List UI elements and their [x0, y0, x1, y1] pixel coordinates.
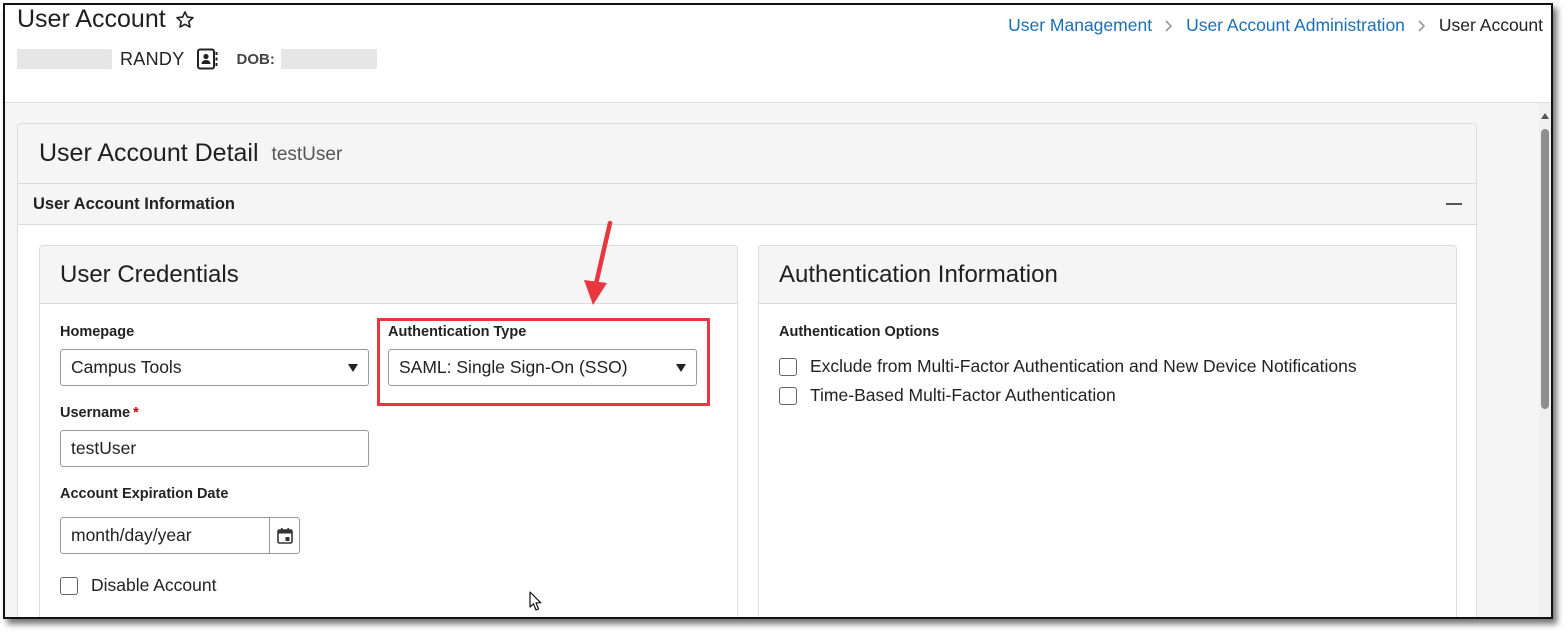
account-expiration-date-label: Account Expiration Date: [60, 486, 229, 502]
section-header[interactable]: User Account Information: [18, 184, 1476, 225]
card-header: User Account Detail testUser: [18, 124, 1476, 184]
dropdown-caret-icon: [348, 364, 358, 372]
scroll-up-arrow-icon[interactable]: [1541, 113, 1549, 119]
chevron-right-icon: [1165, 19, 1173, 32]
person-summary: RANDY DOB:: [17, 45, 377, 73]
calendar-button[interactable]: [269, 518, 299, 553]
user-account-detail-card: User Account Detail testUser User Accoun…: [17, 123, 1477, 617]
mfa-exclude-option[interactable]: Exclude from Multi-Factor Authentication…: [779, 356, 1357, 377]
section-title: User Account Information: [33, 194, 235, 213]
authentication-information-panel: Authentication Information Authenticatio…: [758, 245, 1457, 617]
card-subtitle: testUser: [271, 144, 343, 165]
dob-label: DOB:: [236, 50, 275, 68]
breadcrumb-user-account-administration[interactable]: User Account Administration: [1186, 15, 1405, 36]
authentication-options-label: Authentication Options: [779, 324, 940, 340]
redacted-dob: [280, 49, 377, 69]
breadcrumb: User Management User Account Administrat…: [1008, 15, 1543, 36]
account-expiration-date-placeholder: month/day/year: [71, 525, 192, 545]
username-input-value: testUser: [71, 438, 137, 458]
disable-account-checkbox[interactable]: [60, 576, 78, 595]
star-icon[interactable]: [174, 9, 196, 31]
mfa-exclude-checkbox[interactable]: [779, 357, 797, 376]
disable-account-option[interactable]: Disable Account: [60, 575, 217, 596]
card-title: User Account Detail: [39, 139, 259, 167]
scrollbar-thumb[interactable]: [1541, 129, 1549, 409]
homepage-select[interactable]: Campus Tools: [60, 349, 369, 386]
panel-title-credentials: User Credentials: [40, 246, 737, 304]
page-header: User Account RANDY DOB: User Management …: [5, 5, 1551, 103]
username-label-text: Username: [60, 405, 131, 421]
time-based-mfa-option[interactable]: Time-Based Multi-Factor Authentication: [779, 385, 1116, 406]
account-expiration-date-input[interactable]: month/day/year: [60, 517, 300, 554]
panel-title-authentication: Authentication Information: [759, 246, 1456, 304]
time-based-mfa-label: Time-Based Multi-Factor Authentication: [810, 385, 1116, 405]
contact-card-icon[interactable]: [195, 47, 219, 71]
mfa-exclude-label: Exclude from Multi-Factor Authentication…: [810, 356, 1357, 376]
homepage-select-value: Campus Tools: [71, 357, 182, 377]
annotation-arrow-icon: [584, 220, 613, 305]
user-credentials-panel: User Credentials Homepage Campus Tools A…: [39, 245, 738, 617]
required-marker: *: [133, 405, 139, 421]
time-based-mfa-checkbox[interactable]: [779, 386, 797, 405]
homepage-label: Homepage: [60, 324, 135, 340]
breadcrumb-user-management[interactable]: User Management: [1008, 15, 1152, 36]
app-window: User Account RANDY DOB: User Management …: [3, 3, 1553, 619]
page-title-text: User Account: [17, 5, 166, 33]
username-label: Username *: [60, 405, 139, 421]
chevron-right-icon: [1418, 19, 1426, 32]
page-title: User Account: [17, 5, 196, 34]
collapse-icon[interactable]: [1446, 203, 1462, 205]
person-first-name: RANDY: [120, 48, 185, 69]
breadcrumb-user-account: User Account: [1438, 15, 1543, 35]
username-input[interactable]: testUser: [60, 430, 369, 467]
disable-account-label: Disable Account: [91, 575, 217, 595]
calendar-icon: [276, 527, 293, 544]
authentication-type-highlight: [377, 318, 710, 406]
mouse-cursor-icon: [529, 591, 542, 611]
redacted-last-name: [17, 49, 112, 69]
